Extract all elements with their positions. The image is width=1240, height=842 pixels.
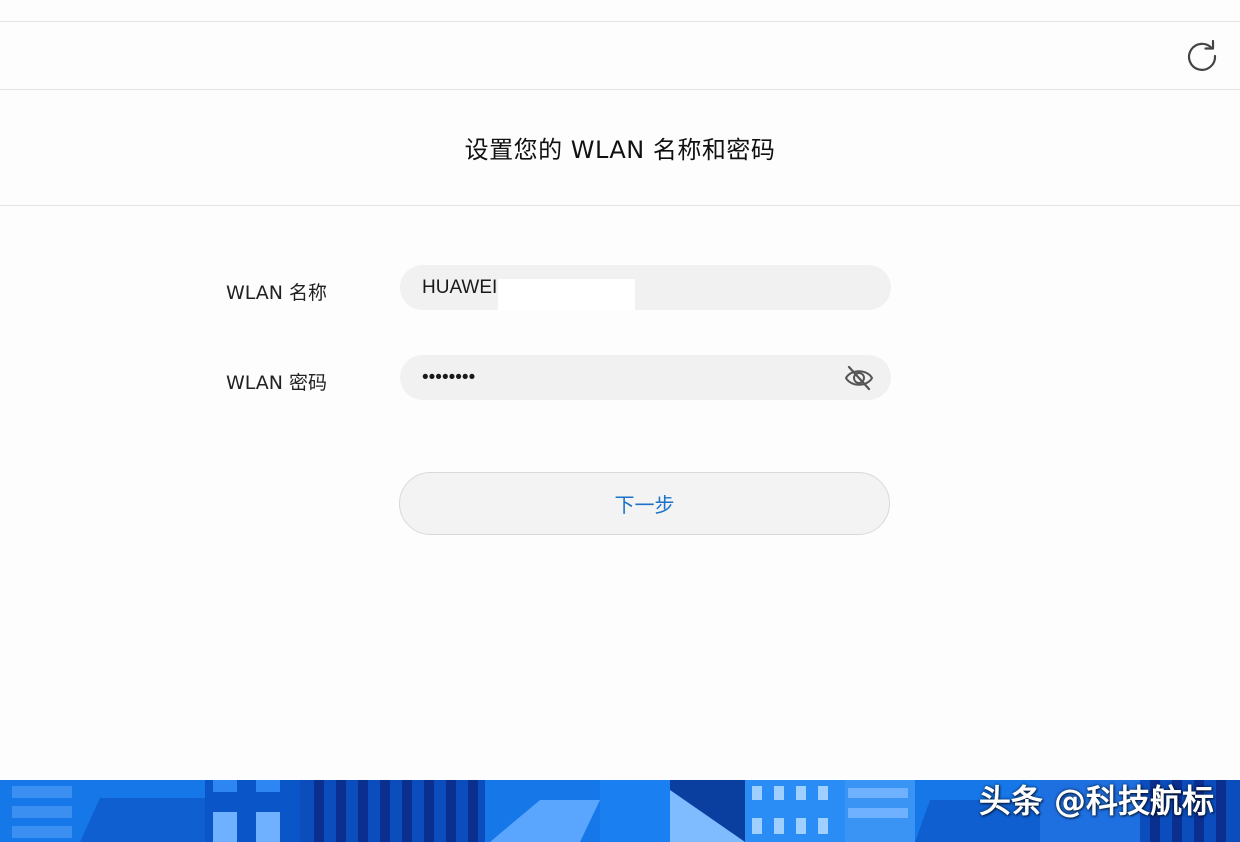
next-step-button[interactable]: 下一步	[399, 472, 890, 535]
wlan-password-label: WLAN 密码	[226, 372, 328, 394]
wlan-password-input[interactable]	[400, 355, 800, 400]
password-visibility-toggle[interactable]	[843, 363, 875, 393]
wlan-password-field[interactable]	[400, 355, 891, 400]
toolbar	[0, 22, 1240, 90]
top-strip	[0, 0, 1240, 22]
eye-off-icon	[844, 365, 874, 391]
refresh-button[interactable]	[1184, 38, 1220, 74]
wlan-name-field[interactable]	[400, 265, 891, 310]
refresh-icon	[1187, 39, 1217, 71]
wlan-name-label: WLAN 名称	[226, 282, 328, 304]
page-title: 设置您的 WLAN 名称和密码	[464, 136, 776, 164]
title-row: 设置您的 WLAN 名称和密码	[0, 90, 1240, 206]
footer-banner: 头条 @科技航标	[0, 780, 1240, 842]
watermark-text: 头条 @科技航标	[978, 782, 1214, 820]
redaction-patch	[498, 279, 635, 310]
